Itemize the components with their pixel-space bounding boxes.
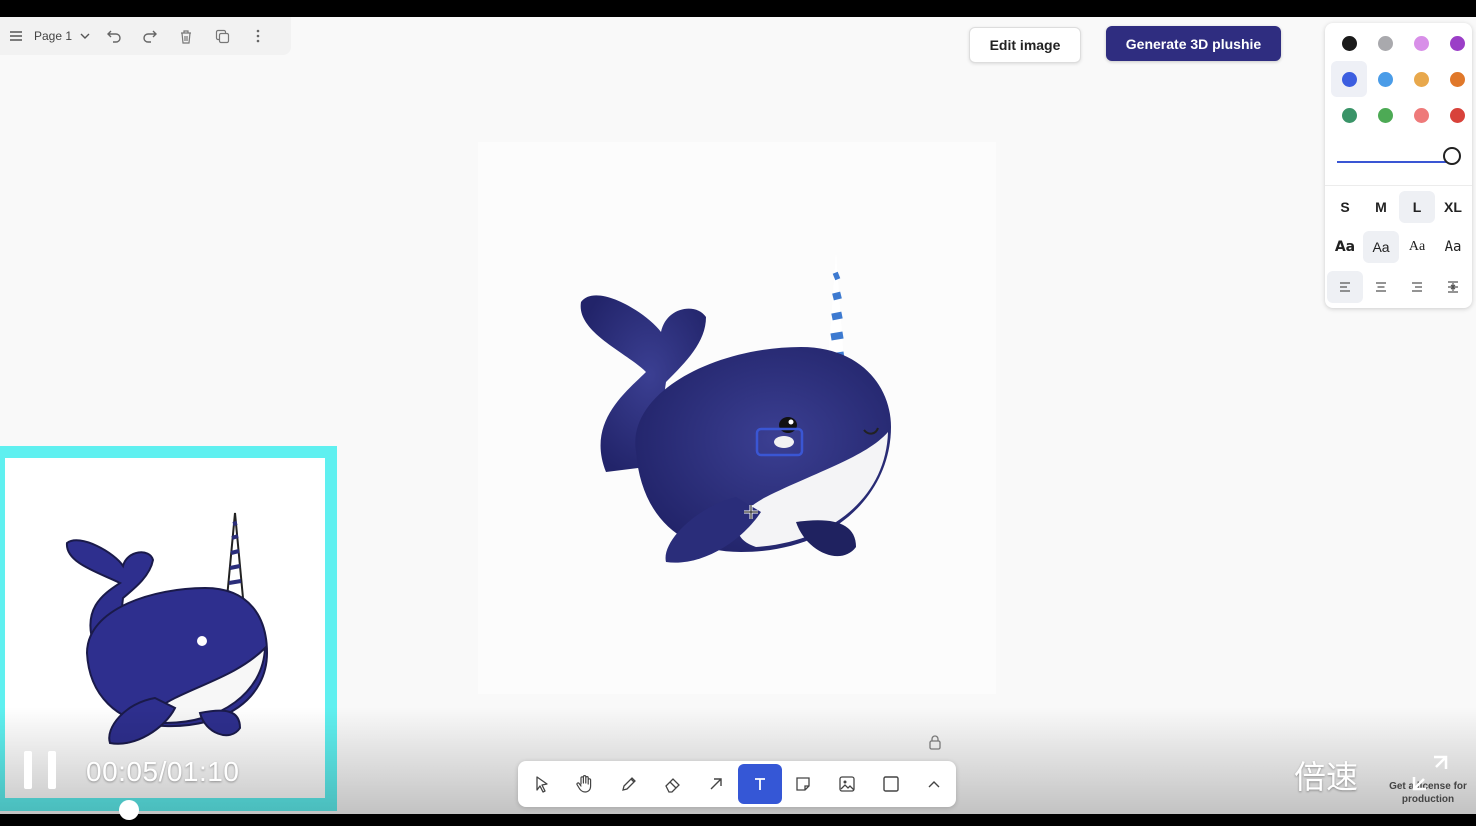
color-dot [1377,107,1393,123]
chevron-up-icon [928,781,940,788]
align-vertical-icon [1448,281,1458,293]
color-swatch[interactable] [1439,61,1475,97]
align-vertical-button[interactable] [1435,271,1471,303]
align-center-icon [1376,282,1386,292]
more-options-button[interactable] [240,21,276,51]
align-center-button[interactable] [1363,271,1399,303]
rectangle-icon [882,776,899,792]
more-tools-button[interactable] [912,764,956,804]
color-dot [1449,71,1465,87]
size-option-l[interactable]: L [1399,191,1435,223]
more-vertical-icon [256,29,260,43]
color-swatch[interactable] [1367,25,1403,61]
hand-icon [576,775,592,793]
color-dot [1449,35,1465,51]
hand-tool[interactable] [564,764,608,804]
pause-button[interactable] [24,751,56,789]
rectangle-tool[interactable] [869,764,913,804]
align-right-icon [1412,282,1422,292]
color-swatch[interactable] [1367,97,1403,133]
panel-divider [1325,185,1472,186]
size-option-s[interactable]: S [1327,191,1363,223]
color-dot [1449,107,1465,123]
font-option[interactable]: Aa [1399,231,1435,263]
trash-icon [181,29,192,44]
color-swatch[interactable] [1331,97,1367,133]
color-dot [1341,71,1357,87]
fullscreen-icon[interactable] [1410,753,1450,793]
chevron-down-icon [80,33,90,39]
playback-speed-button[interactable]: 倍速 [1294,752,1358,798]
color-dot [1341,35,1357,51]
page-toolbar: Page 1 [0,17,291,55]
eraser-icon [664,778,680,793]
style-panel: S M L XL Aa Aa Aa Aa [1325,23,1472,308]
color-swatch[interactable] [1439,25,1475,61]
image-icon [839,776,855,792]
align-left-icon [1340,282,1350,292]
sticky-note-icon [796,777,811,791]
drawing-toolbar [518,761,956,807]
opacity-slider-knob[interactable] [1443,147,1461,165]
font-options: Aa Aa Aa Aa [1327,231,1471,263]
size-option-xl[interactable]: XL [1435,191,1471,223]
menu-icon[interactable] [4,21,28,51]
select-tool[interactable] [520,764,564,804]
pencil-icon [622,777,636,791]
size-options: S M L XL [1327,191,1471,223]
draw-tool[interactable] [607,764,651,804]
undo-button[interactable] [96,21,132,51]
page-selector[interactable]: Page 1 [28,21,96,51]
color-dot [1377,71,1393,87]
color-swatch[interactable] [1403,25,1439,61]
color-dot [1341,107,1357,123]
arrow-icon [710,778,722,790]
redo-icon [143,30,158,43]
text-tool[interactable] [737,764,782,804]
size-option-m[interactable]: M [1363,191,1399,223]
whiteboard-canvas[interactable]: Page 1 Edit image Generate 3D plushie SM… [0,17,1476,814]
note-tool[interactable] [782,764,826,804]
align-left-button[interactable] [1327,271,1363,303]
color-swatch[interactable] [1439,97,1475,133]
color-dot [1377,35,1393,51]
undo-icon [107,30,121,43]
duplicate-icon [215,29,229,43]
color-swatch[interactable] [1331,61,1367,97]
video-scrubber-handle[interactable] [119,800,139,820]
redo-button[interactable] [132,21,168,51]
opacity-slider-track[interactable] [1337,161,1452,163]
color-swatches [1331,25,1467,133]
letterbox-top [0,0,1476,17]
page-label: Page 1 [34,29,73,43]
edit-image-button[interactable]: Edit image [969,27,1081,63]
color-dot [1413,35,1429,51]
align-right-button[interactable] [1399,271,1435,303]
letterbox-bottom [0,814,1476,826]
duplicate-button[interactable] [204,21,240,51]
color-swatch[interactable] [1367,61,1403,97]
font-option[interactable]: Aa [1327,231,1363,263]
font-option[interactable]: Aa [1363,231,1399,263]
cursor-icon [536,776,548,793]
color-dot [1413,71,1429,87]
font-option[interactable]: Aa [1435,231,1471,263]
image-tool[interactable] [825,764,869,804]
color-swatch[interactable] [1331,25,1367,61]
generate-3d-plushie-button[interactable]: Generate 3D plushie [1106,26,1281,61]
delete-button[interactable] [168,21,204,51]
color-swatch[interactable] [1403,97,1439,133]
color-dot [1413,107,1429,123]
arrow-tool[interactable] [694,764,738,804]
lock-icon[interactable] [927,734,943,750]
eraser-tool[interactable] [651,764,695,804]
text-icon [754,778,765,790]
color-swatch[interactable] [1403,61,1439,97]
playback-time: 00:05/01:10 [86,756,240,787]
alignment-options [1327,271,1471,303]
narwhal-plushie-image[interactable] [566,222,906,572]
